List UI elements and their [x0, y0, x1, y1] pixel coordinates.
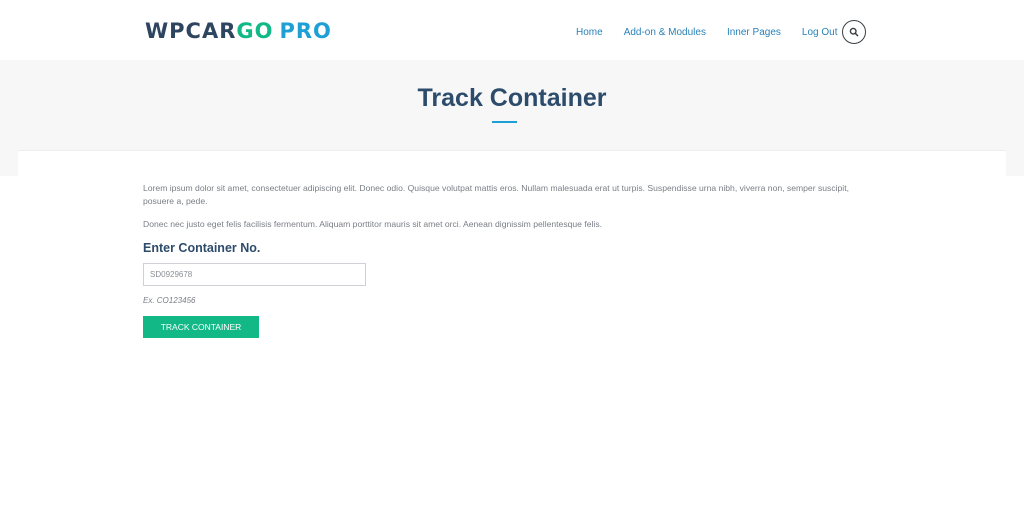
- intro-paragraph: Lorem ipsum dolor sit amet, consectetuer…: [143, 183, 849, 206]
- search-button[interactable]: [842, 20, 866, 44]
- nav-item-logout[interactable]: Log Out: [802, 26, 838, 40]
- site-logo[interactable]: WPCARGO PRO: [145, 18, 332, 44]
- nav-item-inner-pages[interactable]: Inner Pages: [727, 26, 781, 40]
- logo-text-part2: GO: [236, 19, 274, 43]
- logo-text-part1: WPCAR: [145, 19, 237, 43]
- container-number-input[interactable]: SD0929678: [143, 263, 366, 286]
- logo-text-part3: PRO: [279, 19, 332, 43]
- site-header: WPCARGO PRO Home Add-on & Modules Inner P…: [0, 0, 1024, 60]
- main-nav: Home Add-on & Modules Inner Pages Log Ou…: [576, 26, 859, 40]
- track-container-button[interactable]: TRACK CONTAINER: [143, 316, 259, 338]
- title-underline: [492, 121, 517, 123]
- input-hint: Ex. CO123456: [143, 296, 196, 305]
- secondary-paragraph: Donec nec justo eget felis facilisis fer…: [143, 219, 603, 229]
- nav-item-home[interactable]: Home: [576, 26, 603, 40]
- form-heading: Enter Container No.: [143, 241, 261, 255]
- page-title: Track Container: [417, 84, 607, 112]
- search-icon: [849, 27, 859, 37]
- nav-item-addons[interactable]: Add-on & Modules: [624, 26, 706, 40]
